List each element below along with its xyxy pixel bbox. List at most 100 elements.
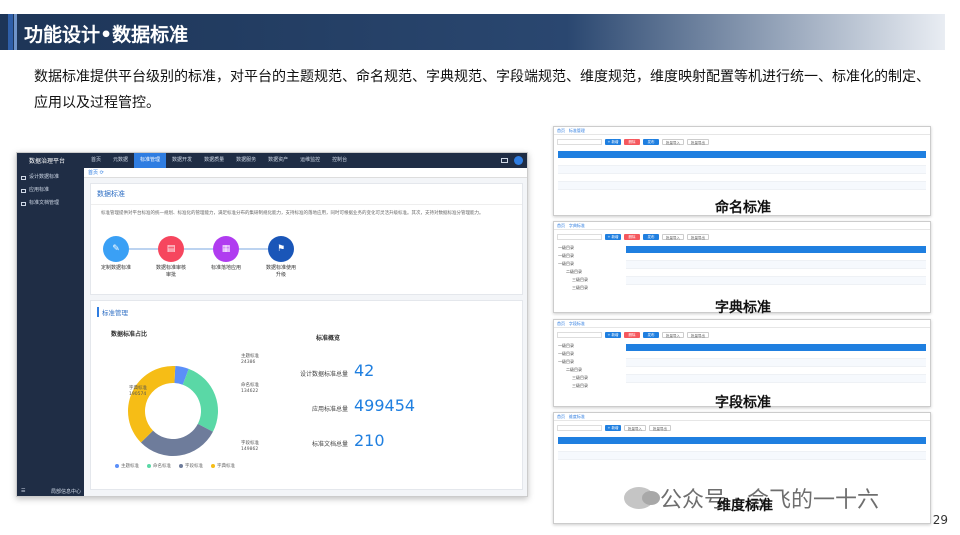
step-label: 标准落地应用 xyxy=(211,265,242,271)
tree-node[interactable]: 一级目录 xyxy=(558,350,620,358)
tree-node[interactable]: 二级目录 xyxy=(558,268,620,276)
tree-node[interactable]: 三级目录 xyxy=(558,276,620,284)
export-button[interactable]: 批量导出 xyxy=(649,425,671,431)
step-icon: ▦ xyxy=(213,236,239,262)
step-label: 定制数据标准 xyxy=(101,265,132,271)
tree-node[interactable]: 一级目录 xyxy=(558,252,620,260)
tree-node[interactable]: 一级目录 xyxy=(558,260,620,268)
card2-title: 标准管理 xyxy=(97,307,128,317)
screenshot-tabs[interactable]: 首页 字典标准 xyxy=(554,222,930,230)
table-header xyxy=(626,246,926,253)
step-label: 数据标准使用升级 xyxy=(266,265,297,278)
export-button[interactable]: 批量导出 xyxy=(687,234,709,240)
tree-node[interactable]: 三级目录 xyxy=(558,374,620,382)
import-button[interactable]: 批量导入 xyxy=(662,139,684,145)
app-screenshot: 数据治理平台 首页 元数据 标准管理 数据开发 数据质量 数据服务 数据资产 运维监控 控制台 … xyxy=(16,152,528,497)
screenshot-tabs[interactable]: 首页 维度标准 xyxy=(554,413,930,421)
toolbar-button[interactable]: 删除 xyxy=(624,139,640,145)
table-row[interactable] xyxy=(626,269,926,277)
table-row[interactable] xyxy=(558,444,926,452)
tree-node[interactable]: 一级目录 xyxy=(558,358,620,366)
import-button[interactable]: 批量导入 xyxy=(662,234,684,240)
nav-item[interactable]: 数据质量 xyxy=(198,153,230,168)
table-row[interactable] xyxy=(626,277,926,285)
step-icon: ✎ xyxy=(103,236,129,262)
menu-icon[interactable]: ☰ xyxy=(21,488,25,495)
sidebar-item[interactable]: 标准文档管理 xyxy=(17,197,84,210)
tree-node[interactable]: 一级目录 xyxy=(558,244,620,252)
nav-item[interactable]: 数据资产 xyxy=(262,153,294,168)
search-input[interactable] xyxy=(557,332,602,338)
stat-row: 应用标准总量 499454 xyxy=(296,396,415,415)
table-row[interactable] xyxy=(558,452,926,460)
nav-item[interactable]: 控制台 xyxy=(326,153,353,168)
tree-node[interactable]: 一级目录 xyxy=(558,342,620,350)
toolbar-button[interactable]: + 新增 xyxy=(605,425,621,431)
search-input[interactable] xyxy=(557,234,602,240)
nav-item[interactable]: 数据服务 xyxy=(230,153,262,168)
table-row[interactable] xyxy=(626,261,926,269)
stat-value: 210 xyxy=(354,431,385,450)
step-label: 数据标准审核审批 xyxy=(156,265,187,278)
process-step: ▤ 数据标准审核审批 xyxy=(156,236,186,279)
screenshot-toolbar: + 新增 删除 发布 批量导入 批量导出 xyxy=(554,232,930,242)
export-button[interactable]: 批量导出 xyxy=(687,139,709,145)
standard-pie-chart xyxy=(128,366,218,456)
step-connector xyxy=(129,248,158,250)
stat-label: 应用标准总量 xyxy=(311,406,348,413)
sidebar-footer: 局部信息中心 xyxy=(50,489,81,495)
nav-item[interactable]: 首页 xyxy=(85,153,107,168)
process-steps: ✎ 定制数据标准 ▤ 数据标准审核审批 ▦ 标准落地应用 ⚑ 数据标准使用升级 xyxy=(101,236,311,291)
screenshot-toolbar: + 新增 批量导入 批量导出 xyxy=(554,423,930,433)
import-button[interactable]: 批量导入 xyxy=(624,425,646,431)
nav-item[interactable]: 元数据 xyxy=(107,153,134,168)
standard-management-card: 标准管理 数据标准占比 标准概览 主题标准 命名标准 字段标准 字典标准 主题标准 24… xyxy=(90,300,523,490)
toolbar-button[interactable]: 发布 xyxy=(643,139,659,145)
nav-item[interactable]: 标准管理 xyxy=(134,153,167,168)
table-row[interactable] xyxy=(626,253,926,261)
table-row[interactable] xyxy=(558,174,926,182)
title-accent-2 xyxy=(14,14,17,50)
legend-item: 字段标准 xyxy=(179,463,203,469)
table-row[interactable] xyxy=(558,158,926,166)
avatar[interactable] xyxy=(514,156,523,165)
mail-icon[interactable] xyxy=(501,158,508,163)
table-row[interactable] xyxy=(558,166,926,174)
sidebar-icon xyxy=(21,175,26,180)
nav-item[interactable]: 数据开发 xyxy=(166,153,198,168)
toolbar-button[interactable]: + 新增 xyxy=(605,332,621,338)
legend-swatch xyxy=(211,464,215,468)
toolbar-button[interactable]: 删除 xyxy=(624,234,640,240)
screenshot-toolbar: + 新增 删除 发布 批量导入 批量导出 xyxy=(554,330,930,340)
tree-node[interactable]: 二级目录 xyxy=(558,366,620,374)
screenshot-label: 字段标准 xyxy=(715,395,771,411)
table-row[interactable] xyxy=(558,182,926,190)
screenshot-tabs[interactable]: 首页 标准管理 xyxy=(554,127,930,135)
tab-home[interactable]: 首页 ⟳ xyxy=(84,168,527,178)
pie-label: 主题标准 24386 xyxy=(241,354,259,366)
toolbar-button[interactable]: 发布 xyxy=(643,234,659,240)
export-button[interactable]: 批量导出 xyxy=(687,332,709,338)
table-row[interactable] xyxy=(626,375,926,383)
tree-node[interactable]: 三级目录 xyxy=(558,284,620,292)
process-step: ▦ 标准落地应用 xyxy=(211,236,241,272)
import-button[interactable]: 批量导入 xyxy=(662,332,684,338)
nav-item[interactable]: 运维监控 xyxy=(294,153,326,168)
search-input[interactable] xyxy=(557,139,602,145)
sidebar-item[interactable]: 设计数据标准 xyxy=(17,171,84,184)
stat-label: 设计数据标准总量 xyxy=(299,371,348,378)
table-row[interactable] xyxy=(626,367,926,375)
screenshot-tab-label: 字段标准 xyxy=(568,321,585,326)
table-row[interactable] xyxy=(626,359,926,367)
toolbar-button[interactable]: 发布 xyxy=(643,332,659,338)
table-row[interactable] xyxy=(626,351,926,359)
toolbar-button[interactable]: + 新增 xyxy=(605,234,621,240)
slide-title: 功能设计•数据标准 xyxy=(24,24,189,46)
search-input[interactable] xyxy=(557,425,602,431)
pie-legend: 主题标准 命名标准 字段标准 字典标准 xyxy=(115,463,235,469)
screenshot-tabs[interactable]: 首页 字段标准 xyxy=(554,320,930,328)
toolbar-button[interactable]: + 新增 xyxy=(605,139,621,145)
sidebar-item[interactable]: 应用标准 xyxy=(17,184,84,197)
toolbar-button[interactable]: 删除 xyxy=(624,332,640,338)
tree-node[interactable]: 三级目录 xyxy=(558,382,620,390)
